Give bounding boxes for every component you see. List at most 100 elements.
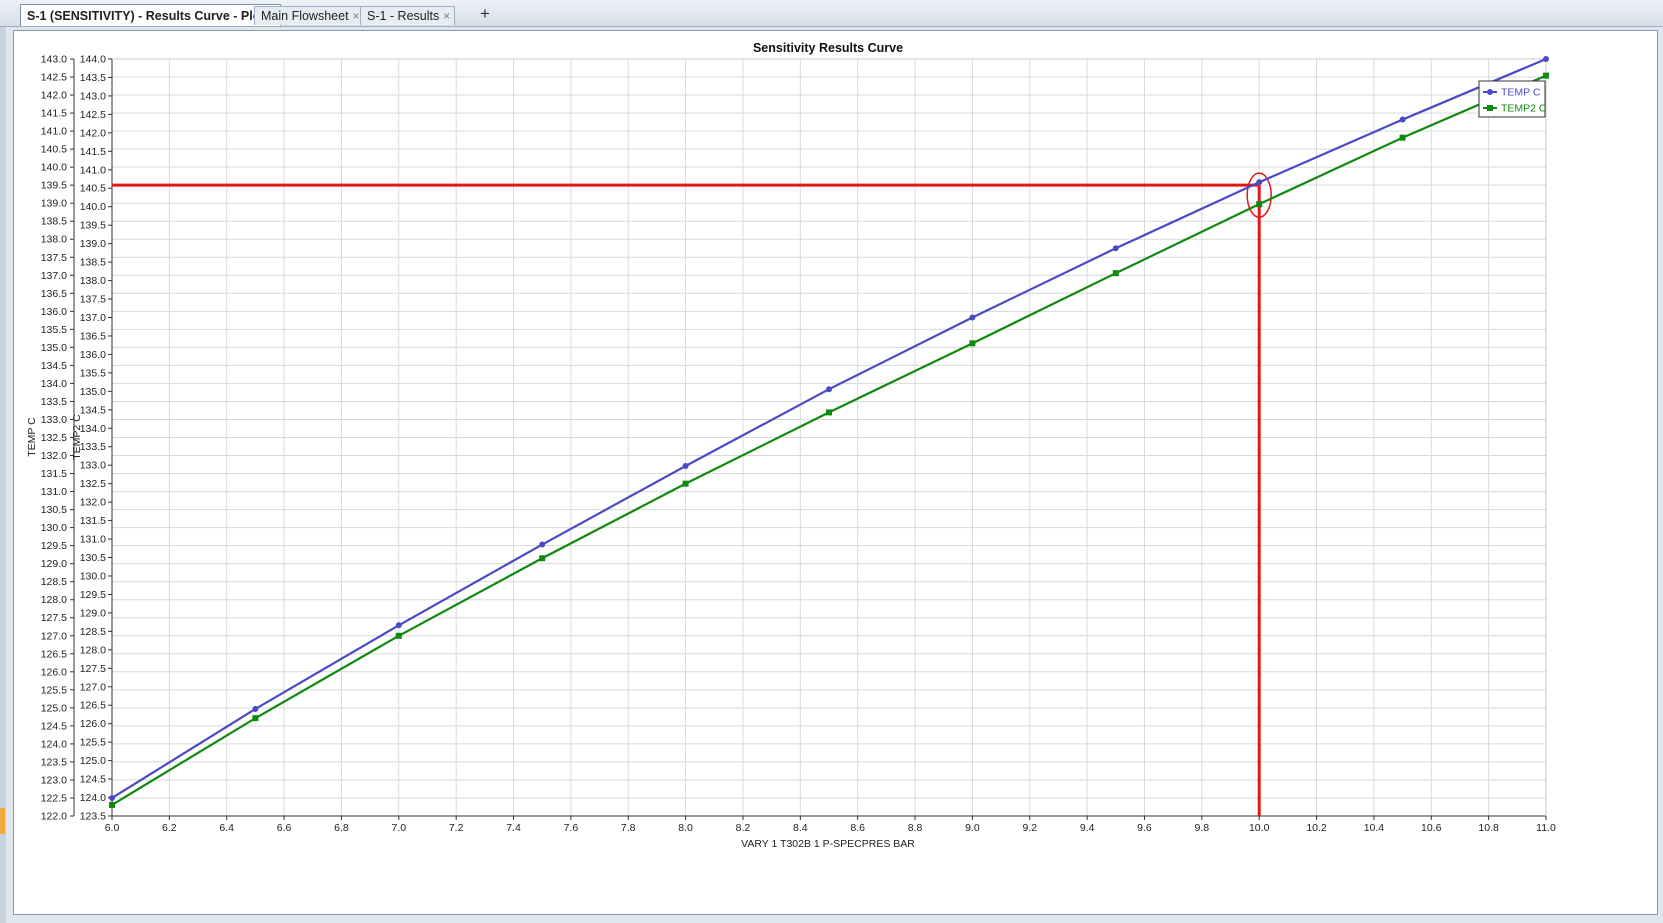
close-icon[interactable]: × (353, 9, 360, 23)
left-panel-marker (0, 808, 5, 834)
x-tick-label: 10.8 (1478, 822, 1499, 834)
tab-s1-results[interactable]: S-1 - Results × (360, 6, 456, 25)
y-right-tick-label: 125.0 (80, 755, 106, 767)
y-right-tick-label: 126.0 (80, 718, 106, 730)
y-right-tick-label: 141.5 (80, 146, 106, 158)
x-tick-label: 8.6 (850, 822, 865, 834)
y-left-tick-label: 138.0 (41, 234, 67, 246)
y-right-tick-label: 137.0 (80, 312, 106, 324)
y-left-tick-label: 132.0 (41, 450, 67, 462)
x-tick-label: 8.2 (736, 822, 751, 834)
grid-lines (111, 58, 1547, 817)
annotation-lines (112, 172, 1272, 816)
add-tab-icon[interactable]: + (480, 5, 490, 23)
y-left-tick-label: 124.5 (41, 720, 67, 732)
y-right-tick-label: 134.5 (80, 404, 106, 416)
tab-label: Main Flowsheet (261, 9, 349, 23)
y-left-tick-label: 142.0 (41, 90, 67, 102)
x-tick-label: 7.8 (621, 822, 636, 834)
y-left-tick-label: 128.0 (41, 594, 67, 606)
y-left-tick-label: 137.0 (41, 270, 67, 282)
y-right-tick-label: 134.0 (80, 423, 106, 435)
y-right-tick-label: 142.0 (80, 127, 106, 139)
y-right-tick-label: 135.5 (80, 367, 106, 379)
x-tick-label: 6.2 (162, 822, 177, 834)
y-left-tick-label: 123.5 (41, 756, 67, 768)
y-left-tick-label: 141.5 (41, 108, 67, 120)
y-right-tick-label: 129.0 (80, 607, 106, 619)
y-left-tick-label: 129.0 (41, 558, 67, 570)
y-right-tick-label: 123.5 (80, 811, 106, 823)
legend-marker-2 (1487, 105, 1493, 111)
series-group (109, 56, 1549, 808)
data-point-2 (826, 409, 832, 416)
y-right-tick-label: 127.0 (80, 681, 106, 693)
y-left-tick-label: 136.0 (41, 306, 67, 318)
x-tick-label: 6.8 (334, 822, 349, 834)
y-right-tick-label: 139.5 (80, 220, 106, 232)
legend-marker-1 (1487, 89, 1493, 95)
data-point-2 (395, 632, 402, 639)
x-tick-label: 6.0 (105, 822, 120, 834)
x-tick-label: 6.6 (277, 822, 292, 834)
x-tick-label: 8.8 (908, 822, 923, 834)
x-tick-label: 7.0 (391, 822, 406, 834)
y-right-tick-label: 136.0 (80, 349, 106, 361)
y-left-tick-label: 140.0 (41, 162, 67, 174)
y-left-tick-label: 126.5 (41, 648, 67, 660)
axes: 6.0 6.2 6.4 6.6 6.8 7.0 7.2 7.4 7.6 7.8 8.0 8.2 8.4 8… (41, 54, 1556, 835)
y-right-tick-label: 130.5 (80, 552, 106, 564)
data-point-2 (1399, 134, 1406, 141)
y-left-tick-label: 126.0 (41, 666, 67, 678)
data-point-1 (969, 314, 976, 321)
y-right-tick-label: 138.5 (80, 257, 106, 269)
y-left-tick-label: 131.0 (41, 486, 67, 498)
y-right-tick-label: 136.5 (80, 330, 106, 342)
y-right-tick-label: 143.5 (80, 72, 106, 84)
tab-results-curve-plot[interactable]: S-1 (SENSITIVITY) - Results Curve - Plot… (20, 4, 281, 26)
y-right-tick-label: 125.5 (80, 737, 106, 749)
x-tick-label: 10.0 (1249, 822, 1270, 834)
x-tick-label: 10.6 (1421, 822, 1442, 834)
data-point-1 (252, 705, 259, 712)
legend[interactable]: TEMP C TEMP2 C (1478, 80, 1547, 118)
y-left-tick-label: 129.5 (41, 540, 67, 552)
x-tick-label: 6.4 (219, 822, 234, 834)
y-left-tick-label: 124.0 (41, 738, 67, 750)
y-right-tick-label: 129.5 (80, 589, 106, 601)
y-left-tick-label: 135.0 (41, 342, 67, 354)
y-right-tick-label: 137.5 (80, 294, 106, 306)
y-left-tick-label: 139.0 (41, 198, 67, 210)
y-axis-label-left: TEMP C (26, 417, 38, 457)
x-tick-label: 10.4 (1364, 822, 1385, 834)
data-point-2 (252, 715, 259, 722)
y-left-tick-label: 130.5 (41, 504, 67, 516)
data-point-2 (539, 555, 546, 562)
data-point-1 (1112, 245, 1119, 252)
data-point-2 (1256, 201, 1263, 208)
y-right-tick-label: 131.5 (80, 515, 106, 527)
y-left-tick-label: 134.5 (41, 360, 67, 372)
y-left-tick-label: 140.5 (41, 144, 67, 156)
y-right-tick-label: 142.5 (80, 109, 106, 121)
y-left-tick-label: 131.5 (41, 468, 67, 480)
x-tick-label: 9.0 (965, 822, 980, 834)
y-right-tick-label: 141.0 (80, 164, 106, 176)
legend-label-1: TEMP C (1501, 87, 1541, 99)
data-point-1 (682, 462, 689, 469)
y-left-tick-label: 123.0 (41, 774, 67, 786)
y-right-tick-label: 127.5 (80, 663, 106, 675)
y-left-tick-label: 127.5 (41, 612, 67, 624)
close-icon[interactable]: × (443, 9, 450, 23)
tab-main-flowsheet[interactable]: Main Flowsheet × (254, 6, 365, 25)
y-right-tick-label: 130.0 (80, 570, 106, 582)
x-tick-label: 7.4 (506, 822, 521, 834)
tab-label: S-1 - Results (367, 9, 440, 23)
data-point-2 (109, 801, 115, 808)
data-point-1 (826, 386, 832, 393)
y-right-tick-label: 140.0 (80, 201, 106, 213)
y-left-tick-label: 130.0 (41, 522, 67, 534)
plot-panel: Sensitivity Results Curve VARY 1 T302B 1… (13, 30, 1658, 915)
y-right-tick-label: 138.0 (80, 275, 106, 287)
y-right-tick-label: 140.5 (80, 183, 106, 195)
